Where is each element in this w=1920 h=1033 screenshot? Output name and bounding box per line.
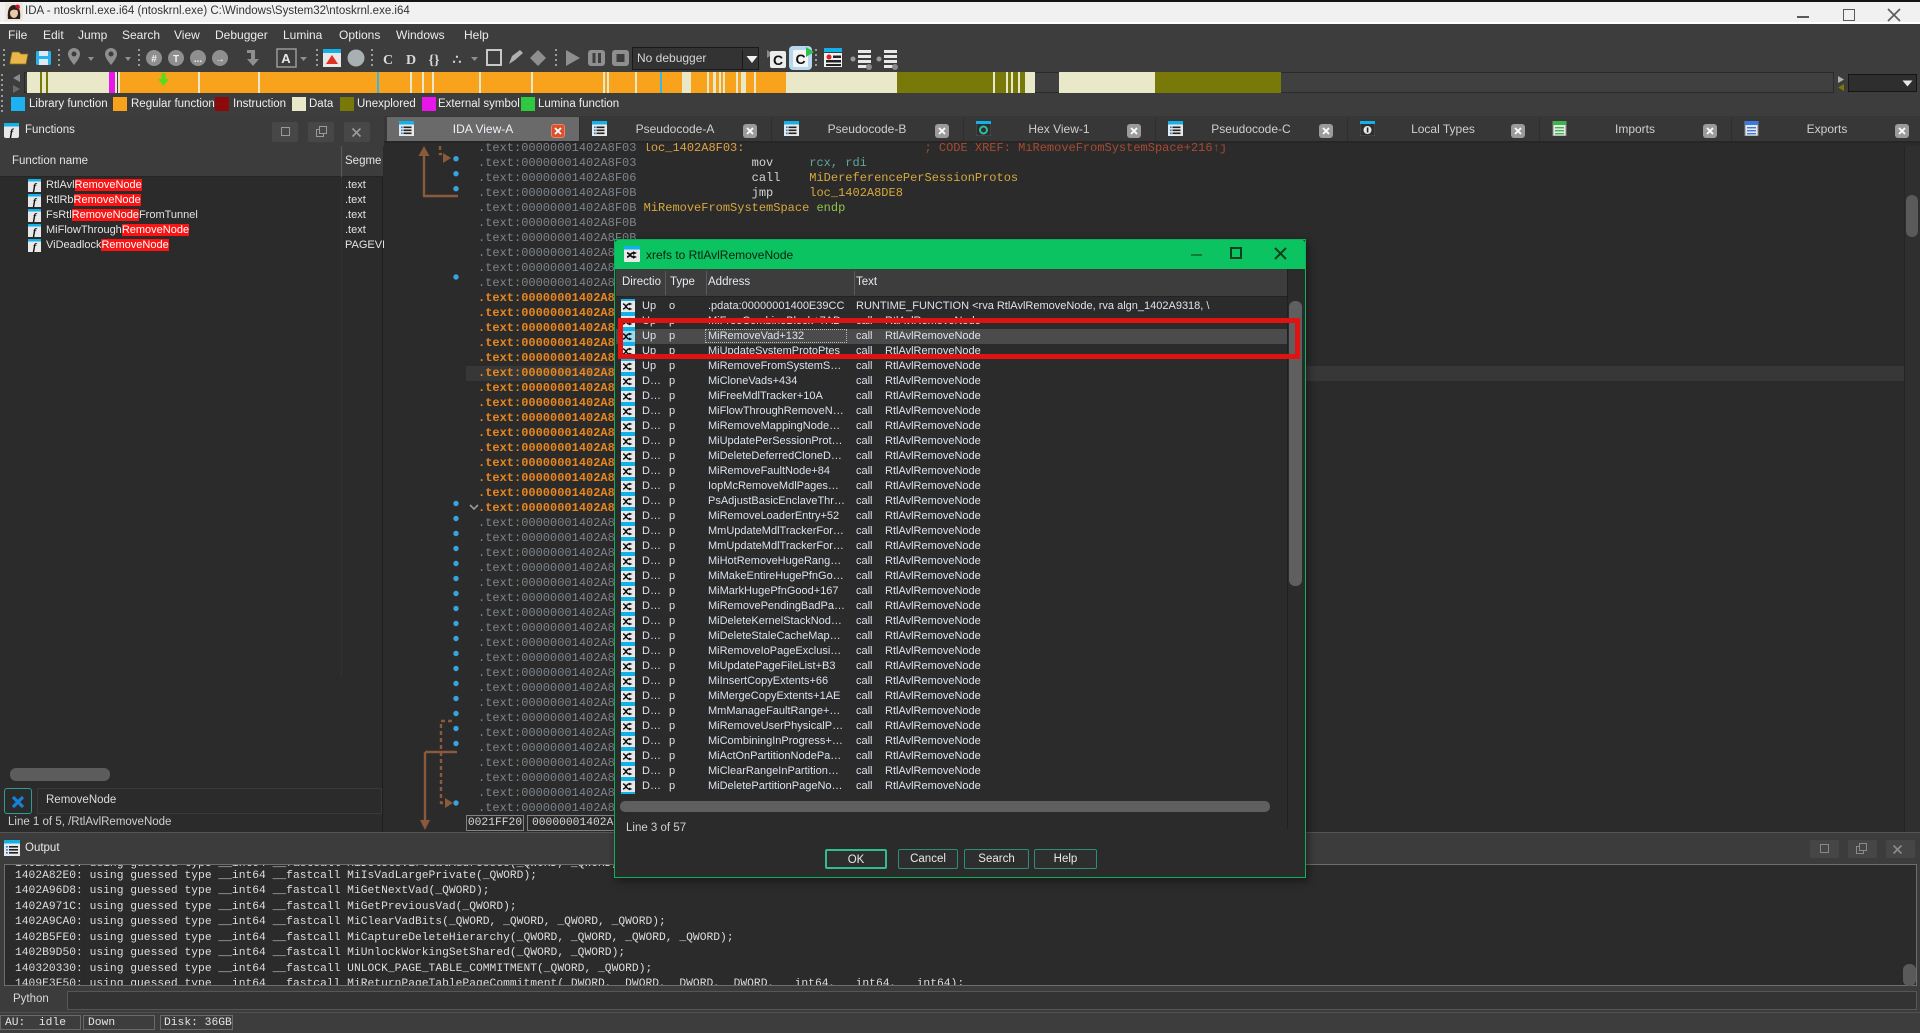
svg-text:∴: ∴ bbox=[453, 53, 462, 68]
svg-text:T: T bbox=[173, 54, 179, 65]
svg-text:A: A bbox=[281, 51, 291, 66]
svg-text:C: C bbox=[773, 52, 783, 68]
svg-text:D: D bbox=[406, 53, 416, 68]
svg-text:{}: {} bbox=[428, 53, 440, 68]
svg-text:→: → bbox=[215, 54, 225, 65]
svg-text:...: ... bbox=[194, 54, 203, 65]
svg-text:C: C bbox=[383, 53, 393, 68]
svg-text:C: C bbox=[795, 51, 805, 67]
svg-text:#: # bbox=[151, 54, 157, 65]
